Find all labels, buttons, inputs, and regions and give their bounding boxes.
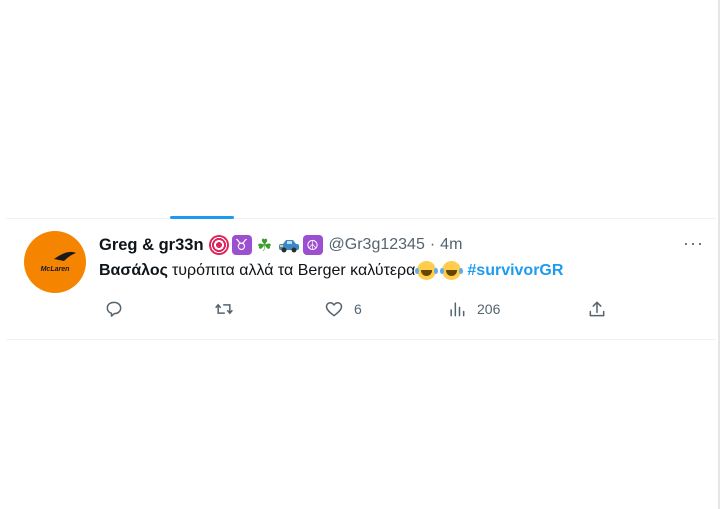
more-options-button[interactable]: ··· — [683, 233, 704, 254]
tweet-header: Greg & gr33n ♉ ☘ ☮ @Gr3g12345 · 4m — [99, 234, 462, 256]
display-name[interactable]: Greg & gr33n — [99, 236, 204, 255]
retweet-button[interactable] — [214, 299, 244, 319]
shamrock-icon: ☘ — [256, 235, 273, 255]
car-icon — [278, 235, 300, 255]
separator-dot: · — [429, 236, 436, 253]
share-icon — [589, 301, 605, 317]
reply-icon — [106, 301, 122, 317]
heart-icon — [325, 302, 343, 317]
hashtag-link[interactable]: #survivorGR — [467, 262, 563, 280]
tweet-text-body: τυρόπιτα αλλά τα Berger καλύτερα — [171, 261, 416, 279]
svg-text:McLaren: McLaren — [41, 266, 70, 273]
laughing-emoji-icon — [415, 261, 437, 280]
views-button[interactable]: 206 — [447, 299, 500, 319]
like-count: 6 — [354, 301, 362, 317]
peace-icon: ☮ — [302, 235, 323, 255]
views-chart-icon — [450, 302, 465, 317]
reply-button[interactable] — [104, 299, 134, 319]
timestamp[interactable]: 4m — [440, 236, 462, 254]
direct-hit-icon — [208, 235, 229, 255]
laughing-emoji-icon — [440, 261, 462, 280]
name-emojis: ♉ ☘ ☮ — [208, 235, 323, 255]
mclaren-logo-icon: McLaren — [41, 251, 76, 273]
page-right-border — [718, 0, 720, 509]
share-button[interactable] — [587, 299, 607, 319]
user-handle[interactable]: @Gr3g12345 — [329, 236, 425, 254]
tweet-actions: 6 206 — [99, 299, 619, 323]
retweet-icon — [215, 303, 233, 315]
tweet-text: Βασάλος τυρόπιτα αλλά τα Berger καλύτερα… — [99, 261, 563, 280]
taurus-icon: ♉ — [231, 235, 252, 255]
tweet-text-bold: Βασάλος — [99, 261, 168, 279]
tweet[interactable]: McLaren Greg & gr33n ♉ ☘ ☮ @Gr3g12345 · — [6, 219, 716, 340]
avatar[interactable]: McLaren — [24, 231, 86, 293]
views-count: 206 — [477, 301, 501, 317]
like-button[interactable]: 6 — [324, 299, 362, 319]
